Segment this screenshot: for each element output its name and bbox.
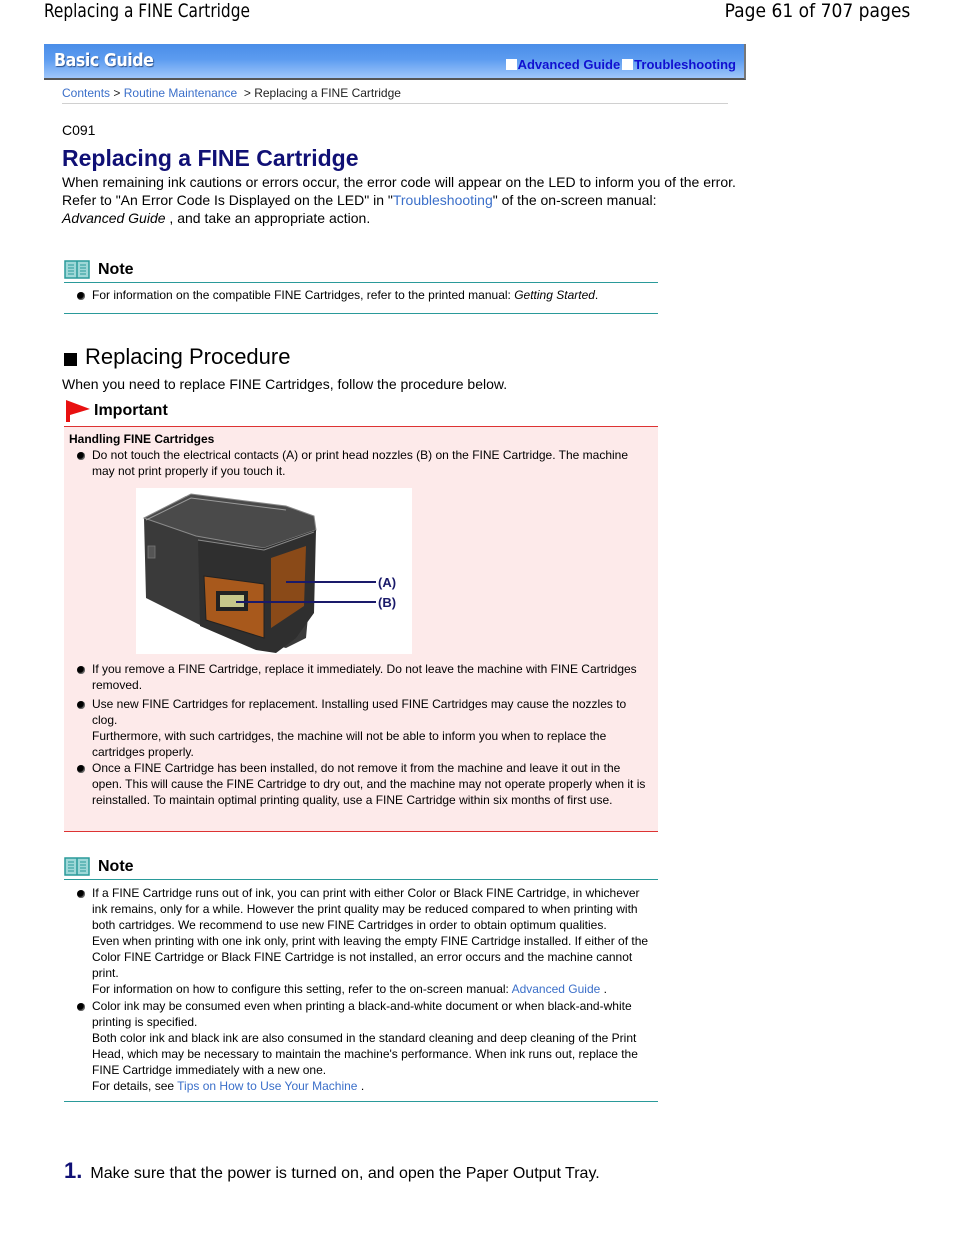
breadcrumb-separator: > (113, 86, 121, 100)
troubleshooting-inline-link[interactable]: Troubleshooting (393, 192, 493, 208)
banner-title: Basic Guide (54, 50, 154, 71)
breadcrumb-routine-maintenance[interactable]: Routine Maintenance (124, 86, 237, 100)
note-text: For details, see Tips on How to Use Your… (92, 1078, 652, 1094)
note-label: Note (98, 857, 134, 875)
important-box: Important Handling FINE Cartridges Do no… (64, 400, 658, 832)
important-text: Furthermore, with such cartridges, the m… (92, 729, 607, 759)
page-header-title: Replacing a FINE Cartridge (44, 0, 250, 22)
important-label: Important (94, 402, 168, 419)
note-text: . (594, 288, 599, 302)
label-b: (B) (378, 595, 396, 610)
note-label: Note (98, 260, 134, 278)
important-item: Do not touch the electrical contacts (A)… (64, 447, 652, 479)
fine-cartridge-image: (A) (B) (136, 488, 412, 654)
page-title: Replacing a FINE Cartridge (62, 145, 359, 171)
intro-text-segment: , and take an appropriate action. (165, 210, 371, 226)
section-title: Replacing Procedure (85, 344, 291, 369)
intro-text-segment: " of the on-screen manual: (492, 192, 657, 208)
important-item: Use new FINE Cartridges for replacement.… (64, 696, 652, 760)
important-item: Once a FINE Cartridge has been installed… (64, 760, 652, 808)
important-body: Handling FINE Cartridges Do not touch th… (64, 426, 658, 832)
important-text: Do not touch the electrical contacts (A)… (92, 448, 629, 478)
link-square-icon (505, 59, 517, 70)
bullet-icon (77, 292, 85, 300)
bullet-icon (77, 765, 85, 773)
important-text: Use new FINE Cartridges for replacement.… (92, 697, 627, 727)
note-text: If a FINE Cartridge runs out of ink, you… (92, 886, 640, 932)
bullet-icon (77, 452, 85, 460)
tips-link[interactable]: Tips on How to Use Your Machine (177, 1079, 357, 1093)
advanced-guide-link[interactable]: Advanced Guide (518, 57, 621, 72)
note-item: For information on the compatible FINE C… (64, 287, 658, 303)
step-number: 1. (64, 1158, 83, 1183)
divider (64, 313, 658, 314)
note-text-segment: . (600, 982, 607, 996)
note-text: Both color ink and black ink are also co… (92, 1031, 638, 1077)
step-item: 1. Make sure that the power is turned on… (64, 1158, 600, 1184)
cartridge-illustration: (A) (B) (142, 493, 396, 653)
note-item: If a FINE Cartridge runs out of ink, you… (64, 885, 652, 997)
divider (64, 282, 658, 283)
divider (64, 879, 658, 880)
intro-text: When remaining ink cautions or errors oc… (62, 173, 742, 227)
note-text: For information on the compatible FINE C… (92, 288, 515, 302)
divider (64, 1101, 658, 1102)
breadcrumb-current: Replacing a FINE Cartridge (254, 86, 401, 100)
note-heading: Note (64, 260, 658, 279)
intro-line: Advanced Guide , and take an appropriate… (62, 209, 742, 227)
breadcrumb-separator: > (243, 86, 251, 100)
doc-code: C091 (62, 122, 96, 138)
advanced-guide-ref: Advanced Guide (62, 210, 166, 226)
book-icon (64, 857, 90, 876)
section-heading: Replacing Procedure (64, 344, 290, 370)
banner-links: Advanced Guide Troubleshooting (505, 57, 736, 72)
note-text: Even when printing with one ink only, pr… (92, 934, 649, 980)
bullet-icon (77, 890, 85, 898)
bullet-icon (77, 666, 85, 674)
link-square-icon (622, 59, 634, 70)
bullet-icon (77, 701, 85, 709)
breadcrumb: Contents > Routine Maintenance > Replaci… (62, 86, 401, 100)
book-icon (64, 260, 90, 279)
note-text-segment: . (357, 1079, 365, 1093)
step-text: Make sure that the power is turned on, a… (90, 1165, 600, 1182)
important-text: If you remove a FINE Cartridge, replace … (92, 662, 637, 692)
intro-line: Refer to "An Error Code Is Displayed on … (62, 191, 742, 209)
important-text: Once a FINE Cartridge has been installed… (92, 761, 646, 807)
important-subheading: Handling FINE Cartridges (69, 432, 215, 446)
note-item: Color ink may be consumed even when prin… (64, 998, 652, 1094)
red-flag-icon (66, 400, 90, 422)
square-bullet-icon (64, 352, 77, 366)
troubleshooting-link[interactable]: Troubleshooting (634, 57, 736, 72)
section-intro: When you need to replace FINE Cartridges… (62, 376, 508, 392)
important-item: If you remove a FINE Cartridge, replace … (64, 661, 652, 693)
note-text: Color ink may be consumed even when prin… (92, 999, 632, 1029)
intro-line: When remaining ink cautions or errors oc… (62, 174, 736, 190)
guide-banner: Basic Guide Advanced Guide Troubleshooti… (44, 44, 746, 80)
label-a: (A) (378, 575, 396, 590)
note-heading: Note (64, 857, 658, 876)
breadcrumb-contents[interactable]: Contents (62, 86, 110, 100)
note-box: Note If a FINE Cartridge runs out of ink… (64, 857, 658, 1102)
page-count: Page 61 of 707 pages (724, 0, 910, 22)
important-heading: Important (64, 400, 168, 422)
note-text-segment: For details, see (92, 1079, 178, 1093)
note-text: For information on how to configure this… (92, 981, 652, 997)
bullet-icon (77, 1003, 85, 1011)
getting-started-ref: Getting Started (514, 288, 595, 302)
divider (62, 103, 728, 104)
advanced-guide-inline-link[interactable]: Advanced Guide (512, 982, 601, 996)
intro-text-segment: Refer to "An Error Code Is Displayed on … (62, 192, 393, 208)
note-box: Note For information on the compatible F… (64, 260, 658, 314)
note-text-segment: For information on how to configure this… (92, 982, 512, 996)
